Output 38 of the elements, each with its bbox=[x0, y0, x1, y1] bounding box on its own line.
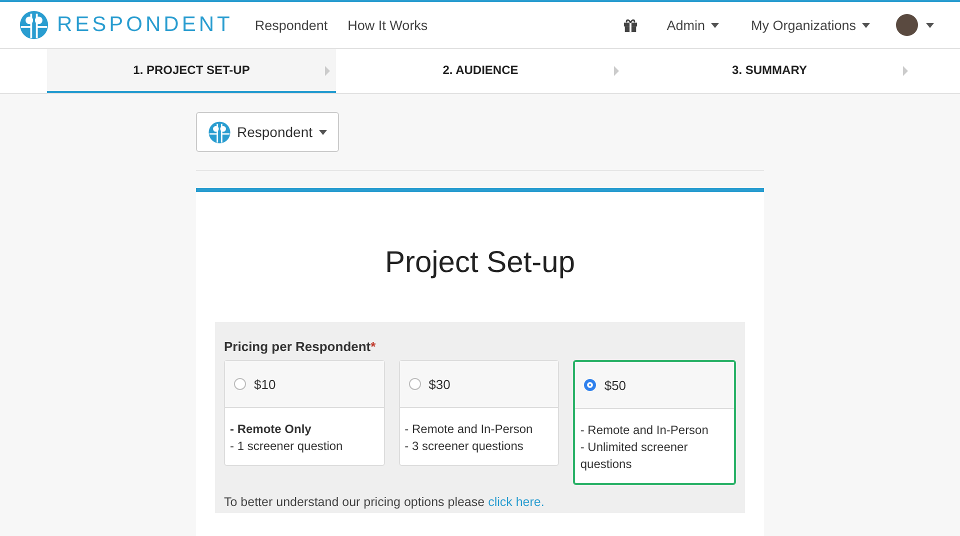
price-label: $50 bbox=[604, 378, 626, 392]
pricing-option[interactable]: $10 - Remote Only - 1 screener question bbox=[224, 360, 385, 466]
pricing-option[interactable]: $30 - Remote and In-Person - 3 screener questions bbox=[398, 360, 560, 466]
feature-text: - Remote Only bbox=[230, 421, 312, 438]
feature-text: - 3 screener questions bbox=[404, 438, 524, 455]
field-label: Pricing per Respondent bbox=[224, 339, 371, 354]
caret-icon[interactable] bbox=[926, 22, 934, 28]
caret-icon[interactable] bbox=[318, 130, 327, 134]
chevron-icon bbox=[614, 66, 619, 76]
nav-menu[interactable]: Admin bbox=[650, 2, 735, 48]
required-mark: * bbox=[370, 339, 376, 354]
page-title: Project Set-up bbox=[384, 246, 576, 280]
feature-text: - 1 screener question bbox=[230, 438, 344, 455]
logo-icon bbox=[208, 120, 231, 144]
pricing-option[interactable]: $50 - Remote and In-Person - Unlimited screener questions bbox=[573, 360, 736, 485]
organization-dropdown[interactable]: Respondent bbox=[196, 112, 339, 152]
feature-text: - Remote and In-Person bbox=[580, 422, 710, 439]
feature-text: - Remote and In-Person bbox=[404, 421, 534, 438]
price-label: $30 bbox=[428, 376, 450, 392]
logo-icon[interactable] bbox=[19, 10, 49, 40]
chevron-icon bbox=[903, 66, 908, 76]
feature-text: - Unlimited screener questions bbox=[580, 439, 689, 473]
nav-link[interactable]: Respondent bbox=[254, 18, 328, 32]
step-tab[interactable]: 2. AUDIENCE bbox=[336, 49, 625, 93]
caret-icon[interactable] bbox=[710, 22, 719, 28]
step-tab[interactable]: 1. PROJECT SET-UP bbox=[47, 49, 336, 93]
nav-link[interactable]: How It Works bbox=[348, 18, 428, 32]
radio-button[interactable] bbox=[408, 378, 421, 390]
chevron-icon bbox=[325, 66, 330, 76]
price-label: $10 bbox=[254, 376, 276, 392]
gift-icon[interactable] bbox=[622, 18, 638, 32]
step-tab[interactable]: 3. SUMMARY bbox=[625, 49, 914, 93]
nav-menu[interactable]: My Organizations bbox=[734, 2, 886, 48]
caret-icon[interactable] bbox=[862, 22, 870, 28]
pricing-note: To better understand our pricing options please click here. bbox=[224, 494, 546, 511]
avatar-icon[interactable] bbox=[896, 14, 918, 36]
radio-button[interactable] bbox=[234, 378, 246, 390]
radio-button[interactable] bbox=[584, 379, 596, 391]
